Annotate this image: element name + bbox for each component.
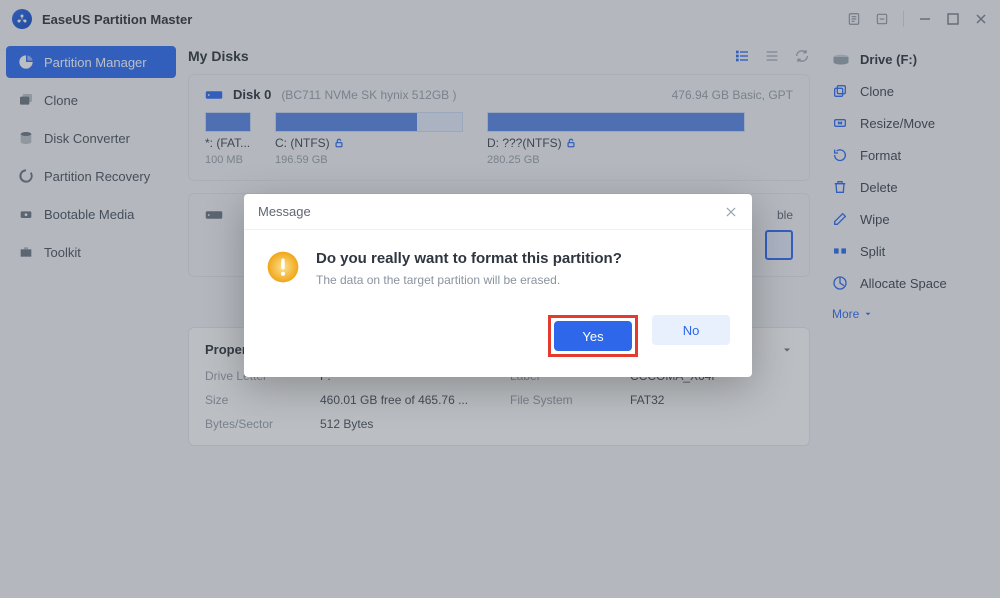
lock-icon [334, 138, 344, 148]
dialog-title: Message [258, 204, 311, 219]
action-delete[interactable]: Delete [832, 179, 988, 195]
trash-icon [832, 179, 848, 195]
sidebar-item-label: Clone [44, 93, 78, 108]
partition-0[interactable]: *: (FAT... 100 MB [205, 112, 251, 166]
allocate-icon [832, 275, 848, 291]
more-link[interactable]: More [832, 307, 988, 321]
sidebar-item-label: Bootable Media [44, 207, 134, 222]
close-icon[interactable] [724, 205, 738, 219]
prop-key: File System [510, 393, 630, 407]
part-size: 196.59 GB [275, 154, 463, 166]
recovery-icon [18, 168, 34, 184]
action-wipe[interactable]: Wipe [832, 211, 988, 227]
part-size: 280.25 GB [487, 154, 745, 166]
prop-key: Size [205, 393, 320, 407]
partition-2[interactable]: D: ???(NTFS) 280.25 GB [487, 112, 745, 166]
no-button[interactable]: No [652, 315, 730, 345]
sidebar-item-label: Disk Converter [44, 131, 130, 146]
drive-icon [205, 88, 223, 102]
drive-icon [205, 208, 223, 222]
sidebar-item-disk-converter[interactable]: Disk Converter [6, 122, 176, 154]
chevron-down-icon [863, 309, 873, 319]
pie-icon [18, 54, 34, 70]
message-dialog: Message Do you really want to format thi… [244, 194, 752, 377]
action-allocate-space[interactable]: Allocate Space [832, 275, 988, 291]
action-split[interactable]: Split [832, 243, 988, 259]
disk-name: Disk 0 [233, 87, 271, 102]
split-icon [832, 243, 848, 259]
lock-icon [566, 138, 576, 148]
app-logo [12, 9, 32, 29]
sidebar-item-label: Toolkit [44, 245, 81, 260]
drive-title: Drive (F:) [860, 52, 917, 67]
toolkit-icon [18, 244, 34, 260]
sidebar-item-partition-recovery[interactable]: Partition Recovery [6, 160, 176, 192]
notes-icon[interactable] [847, 12, 861, 26]
selected-partition[interactable] [765, 230, 793, 260]
refresh-icon[interactable] [794, 48, 810, 64]
sidebar-left: Partition Manager Clone Disk Converter P… [0, 38, 182, 598]
prop-value: 512 Bytes [320, 417, 510, 431]
sidebar-item-label: Partition Manager [44, 55, 147, 70]
resize-icon [832, 115, 848, 131]
view-grid-icon[interactable] [734, 48, 750, 64]
prop-value: 460.01 GB free of 465.76 ... [320, 393, 510, 407]
format-icon [832, 147, 848, 163]
sidebar-item-label: Partition Recovery [44, 169, 150, 184]
prop-key: Bytes/Sector [205, 417, 320, 431]
partition-1[interactable]: C: (NTFS) 196.59 GB [275, 112, 463, 166]
usb-icon [18, 206, 34, 222]
disk-model: (BC711 NVMe SK hynix 512GB ) [281, 88, 456, 102]
disk0-card[interactable]: Disk 0 (BC711 NVMe SK hynix 512GB ) 476.… [188, 74, 810, 181]
clone-icon [18, 92, 34, 108]
minimize-button[interactable] [918, 12, 932, 26]
divider [903, 11, 904, 27]
part-size: 100 MB [205, 154, 251, 166]
clone-icon [832, 83, 848, 99]
warning-icon [266, 250, 300, 284]
sidebar-right: Drive (F:) Clone Resize/Move Format Dele… [820, 38, 1000, 598]
yes-button[interactable]: Yes [554, 321, 632, 351]
disk-icon [18, 130, 34, 146]
sidebar-item-bootable-media[interactable]: Bootable Media [6, 198, 176, 230]
sidebar-item-partition-manager[interactable]: Partition Manager [6, 46, 176, 78]
app-title: EaseUS Partition Master [42, 12, 192, 27]
prop-value: FAT32 [630, 393, 793, 407]
sidebar-item-toolkit[interactable]: Toolkit [6, 236, 176, 268]
drive-icon [832, 53, 850, 67]
part-label: D: ???(NTFS) [487, 136, 562, 150]
close-button[interactable] [974, 12, 988, 26]
eraser-icon [832, 211, 848, 227]
view-list-icon[interactable] [764, 48, 780, 64]
disk1-suffix: ble [777, 208, 793, 222]
yes-highlight: Yes [548, 315, 638, 357]
sidebar-item-clone[interactable]: Clone [6, 84, 176, 116]
chevron-down-icon[interactable] [781, 344, 793, 356]
part-label: C: (NTFS) [275, 136, 330, 150]
disk-info: 476.94 GB Basic, GPT [672, 88, 793, 102]
part-label: *: (FAT... [205, 136, 251, 150]
maximize-button[interactable] [946, 12, 960, 26]
mydisks-title: My Disks [188, 48, 249, 64]
dialog-question: Do you really want to format this partit… [316, 250, 622, 267]
dialog-message: The data on the target partition will be… [316, 273, 622, 287]
action-resize-move[interactable]: Resize/Move [832, 115, 988, 131]
titlebar: EaseUS Partition Master [0, 0, 1000, 38]
action-format[interactable]: Format [832, 147, 988, 163]
tasks-icon[interactable] [875, 12, 889, 26]
action-clone[interactable]: Clone [832, 83, 988, 99]
